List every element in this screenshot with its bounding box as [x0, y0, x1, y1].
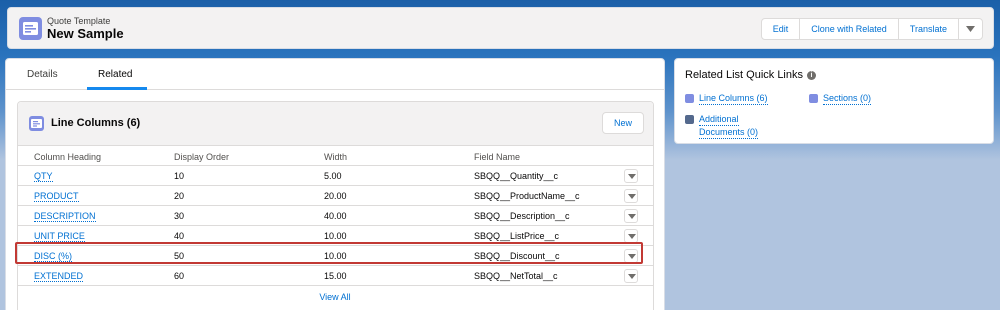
chevron-down-icon: [628, 214, 636, 219]
column-header-heading[interactable]: Column Heading: [34, 152, 101, 162]
row-heading-link[interactable]: QTY: [34, 171, 53, 182]
record-title: New Sample: [47, 26, 124, 41]
row-heading-link[interactable]: UNIT PRICE: [34, 231, 85, 242]
table-row: DESCRIPTION 30 40.00 SBQQ__Description__…: [18, 205, 653, 225]
row-heading-link[interactable]: PRODUCT: [34, 191, 79, 202]
new-button[interactable]: New: [602, 112, 644, 134]
row-width: 20.00: [324, 191, 347, 201]
row-width: 10.00: [324, 231, 347, 241]
row-actions-button[interactable]: [624, 209, 638, 223]
wrench-icon: [685, 115, 694, 124]
edit-button[interactable]: Edit: [762, 19, 801, 39]
quick-link-sections[interactable]: Sections (0): [809, 93, 909, 105]
tab-bar: Details Related: [6, 59, 664, 90]
clone-with-related-button[interactable]: Clone with Related: [800, 19, 899, 39]
active-tab-indicator: [87, 87, 147, 90]
chevron-down-icon: [628, 174, 636, 179]
row-display-order: 20: [174, 191, 185, 201]
record-header: Quote Template New Sample Edit Clone wit…: [7, 7, 994, 49]
row-display-order: 40: [174, 231, 185, 241]
quick-link-line-columns[interactable]: Line Columns (6): [685, 93, 805, 105]
row-field-name: SBQQ__ListPrice__c: [474, 231, 560, 241]
chevron-down-icon: [628, 274, 636, 279]
row-field-name: SBQQ__ProductName__c: [474, 191, 580, 201]
main-content-card: Details Related Line Columns (6) New Col…: [5, 58, 665, 310]
related-list-header: Line Columns (6) New: [18, 102, 653, 146]
table-row: PRODUCT 20 20.00 SBQQ__ProductName__c: [18, 185, 653, 205]
info-icon[interactable]: i: [807, 71, 816, 80]
row-actions-button[interactable]: [624, 269, 638, 283]
column-header-width[interactable]: Width: [324, 152, 347, 162]
quick-link-additional-documents[interactable]: Additional Documents (0): [685, 114, 785, 139]
column-header-display-order[interactable]: Display Order: [174, 152, 229, 162]
row-heading-link[interactable]: DESCRIPTION: [34, 211, 96, 222]
more-actions-button[interactable]: [959, 19, 982, 39]
row-display-order: 60: [174, 271, 185, 281]
tab-details[interactable]: Details: [27, 69, 58, 80]
row-field-name: SBQQ__Quantity__c: [474, 171, 559, 181]
row-field-name: SBQQ__Description__c: [474, 211, 570, 221]
row-heading-link[interactable]: EXTENDED: [34, 271, 84, 282]
row-width: 40.00: [324, 211, 347, 221]
row-width: 15.00: [324, 271, 347, 281]
related-list-line-columns: Line Columns (6) New Column Heading Disp…: [17, 101, 654, 310]
line-columns-icon: [29, 116, 44, 131]
row-display-order: 10: [174, 171, 185, 181]
list-icon: [685, 94, 694, 103]
row-actions-button[interactable]: [624, 169, 638, 183]
object-type-label: Quote Template: [47, 16, 111, 26]
header-actions: Edit Clone with Related Translate: [760, 18, 983, 40]
row-field-name: SBQQ__NetTotal__c: [474, 271, 558, 281]
table-row: QTY 10 5.00 SBQQ__Quantity__c: [18, 165, 653, 185]
chevron-down-icon: [628, 234, 636, 239]
list-icon: [809, 94, 818, 103]
highlighted-row-outline: [15, 242, 643, 264]
related-list-title: Line Columns (6): [51, 117, 141, 129]
chevron-down-icon: [966, 26, 975, 32]
column-header-field-name[interactable]: Field Name: [474, 152, 520, 162]
related-list-quick-links-card: Related List Quick Links i Line Columns …: [674, 58, 994, 144]
table-row: EXTENDED 60 15.00 SBQQ__NetTotal__c: [18, 265, 653, 285]
row-actions-button[interactable]: [624, 229, 638, 243]
tab-related[interactable]: Related: [98, 69, 132, 80]
quick-links-title: Related List Quick Links: [685, 69, 803, 81]
row-actions-button[interactable]: [624, 189, 638, 203]
row-width: 5.00: [324, 171, 342, 181]
translate-button[interactable]: Translate: [899, 19, 959, 39]
quote-template-icon: [19, 17, 42, 40]
chevron-down-icon: [628, 194, 636, 199]
view-all-link[interactable]: View All: [0, 292, 670, 302]
row-display-order: 30: [174, 211, 185, 221]
